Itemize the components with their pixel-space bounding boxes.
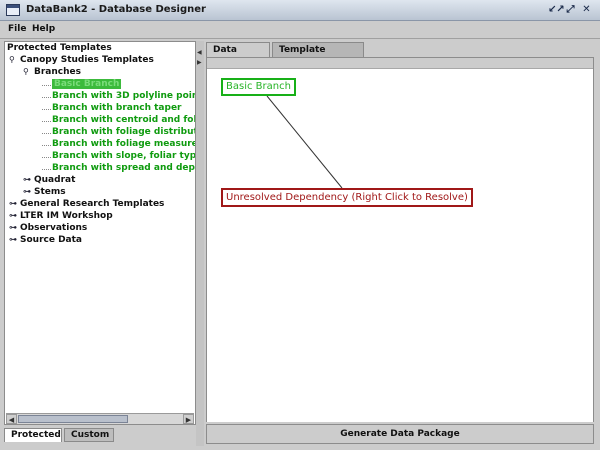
tree-leaf[interactable]: Branch with 3D polyline points xyxy=(52,91,195,103)
tree-leaf[interactable]: Branch with foliage distribution xyxy=(52,127,195,139)
app-window-icon xyxy=(6,4,20,16)
scroll-thumb[interactable] xyxy=(18,415,128,423)
dependency-connector-line xyxy=(266,95,343,189)
generate-data-package-button[interactable]: Generate Data Package xyxy=(206,424,594,444)
node-basic-branch[interactable]: Basic Branch xyxy=(221,78,296,96)
tree-node-quadrat[interactable]: ⊶ Quadrat xyxy=(23,175,75,187)
tree-connector xyxy=(42,145,51,146)
panel-splitter[interactable]: ◀ ▶ xyxy=(196,41,204,446)
tree-leaf[interactable]: Branch with slope, foliar type, and xyxy=(52,151,195,163)
tab-custom[interactable]: Custom xyxy=(64,428,114,442)
collapsed-key-icon[interactable]: ⊶ xyxy=(9,211,17,220)
tree-node-general[interactable]: ⊶ General Research Templates xyxy=(9,199,164,211)
title-bar: DataBank2 - Database Designer ↙↗ ⤢ ✕ xyxy=(0,0,600,21)
collapse-left-icon[interactable]: ◀ xyxy=(197,49,202,56)
collapsed-key-icon[interactable]: ⊶ xyxy=(9,223,17,232)
tree-connector xyxy=(42,157,51,158)
design-canvas: Basic Branch Unresolved Dependency (Righ… xyxy=(206,57,594,422)
tree-connector xyxy=(42,85,51,86)
tree-horizontal-scrollbar[interactable]: ◀ ▶ xyxy=(6,413,194,424)
minimize-icon[interactable]: ↙↗ xyxy=(548,4,565,17)
collapsed-key-icon[interactable]: ⊶ xyxy=(23,175,31,184)
tree-connector xyxy=(42,109,51,110)
maximize-icon[interactable]: ⤢ xyxy=(564,4,577,17)
expanded-key-icon[interactable]: ⚲ xyxy=(23,67,31,76)
collapsed-key-icon[interactable]: ⊶ xyxy=(9,199,17,208)
collapse-right-icon[interactable]: ▶ xyxy=(197,59,202,66)
tree-node-branches[interactable]: ⚲ Branches xyxy=(23,67,81,79)
tree-node-stems[interactable]: ⊶ Stems xyxy=(23,187,66,199)
tab-data-design[interactable]: Data Design xyxy=(206,42,270,69)
scroll-left-icon[interactable]: ◀ xyxy=(6,414,17,424)
tree-leaf[interactable]: Branch with branch taper xyxy=(52,103,182,115)
close-icon[interactable]: ✕ xyxy=(580,4,593,17)
window-title: DataBank2 - Database Designer xyxy=(26,4,206,15)
template-tree-panel: Protected Templates ⚲ Canopy Studies Temp… xyxy=(4,41,196,425)
scroll-right-icon[interactable]: ▶ xyxy=(183,414,194,424)
tree-root-label: Protected Templates xyxy=(7,43,112,53)
node-unresolved-dependency[interactable]: Unresolved Dependency (Right Click to Re… xyxy=(221,188,473,207)
expanded-key-icon[interactable]: ⚲ xyxy=(9,55,17,64)
tree-leaf[interactable]: Branch with spread and depth xyxy=(52,163,195,175)
menu-help[interactable]: Help xyxy=(32,24,55,34)
tab-protected[interactable]: Protected xyxy=(4,428,62,442)
tree-leaf[interactable]: Branch with centroid and foliar ur xyxy=(52,115,195,127)
tree-connector xyxy=(42,133,51,134)
tree-leaf-basic-branch[interactable]: Basic Branch xyxy=(52,79,122,91)
tree-connector xyxy=(42,169,51,170)
tree-connector xyxy=(42,97,51,98)
tree-connector xyxy=(42,121,51,122)
collapsed-key-icon[interactable]: ⊶ xyxy=(9,235,17,244)
tree-node-canopy[interactable]: ⚲ Canopy Studies Templates xyxy=(9,55,154,67)
tab-template-preview[interactable]: Template Preview xyxy=(272,42,364,69)
tree-leaf[interactable]: Branch with foliage measuremen xyxy=(52,139,195,151)
collapsed-key-icon[interactable]: ⊶ xyxy=(23,187,31,196)
tree-node-observations[interactable]: ⊶ Observations xyxy=(9,223,87,235)
menu-file[interactable]: File xyxy=(8,24,26,34)
menu-bar: File Help xyxy=(0,21,600,39)
design-canvas-area[interactable]: Basic Branch Unresolved Dependency (Righ… xyxy=(207,68,593,422)
tree-node-source[interactable]: ⊶ Source Data xyxy=(9,235,82,247)
tree-node-lter[interactable]: ⊶ LTER IM Workshop xyxy=(9,211,113,223)
